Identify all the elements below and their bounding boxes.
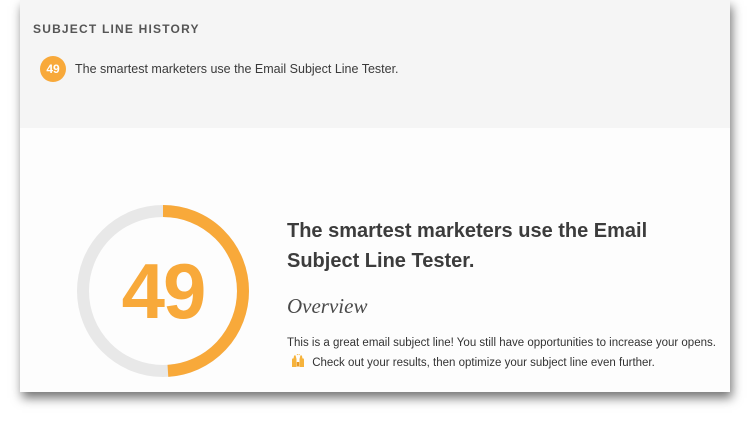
- history-title: SUBJECT LINE HISTORY: [33, 22, 200, 36]
- overview-heading: Overview: [287, 294, 368, 318]
- raised-hands-icon: [292, 354, 304, 367]
- history-item[interactable]: 49 The smartest marketers use the Email …: [40, 56, 399, 82]
- result-section: 49 The smartest marketers use the Email …: [20, 128, 730, 392]
- overview-text-part1: This is a great email subject line! You …: [287, 337, 716, 349]
- history-score-badge: 49: [40, 56, 66, 82]
- score-value: 49: [121, 246, 207, 335]
- subject-headline: The smartest marketers use the Email Sub…: [287, 220, 648, 272]
- overview-text-part2: Check out your results, then optimize yo…: [312, 357, 655, 369]
- subject-line-tester-panel: SUBJECT LINE HISTORY 49 The smartest mar…: [20, 0, 730, 392]
- subject-line-history: SUBJECT LINE HISTORY 49 The smartest mar…: [20, 0, 730, 128]
- overview-text: This is a great email subject line! You …: [287, 333, 727, 373]
- history-subject-text: The smartest marketers use the Email Sub…: [75, 62, 399, 76]
